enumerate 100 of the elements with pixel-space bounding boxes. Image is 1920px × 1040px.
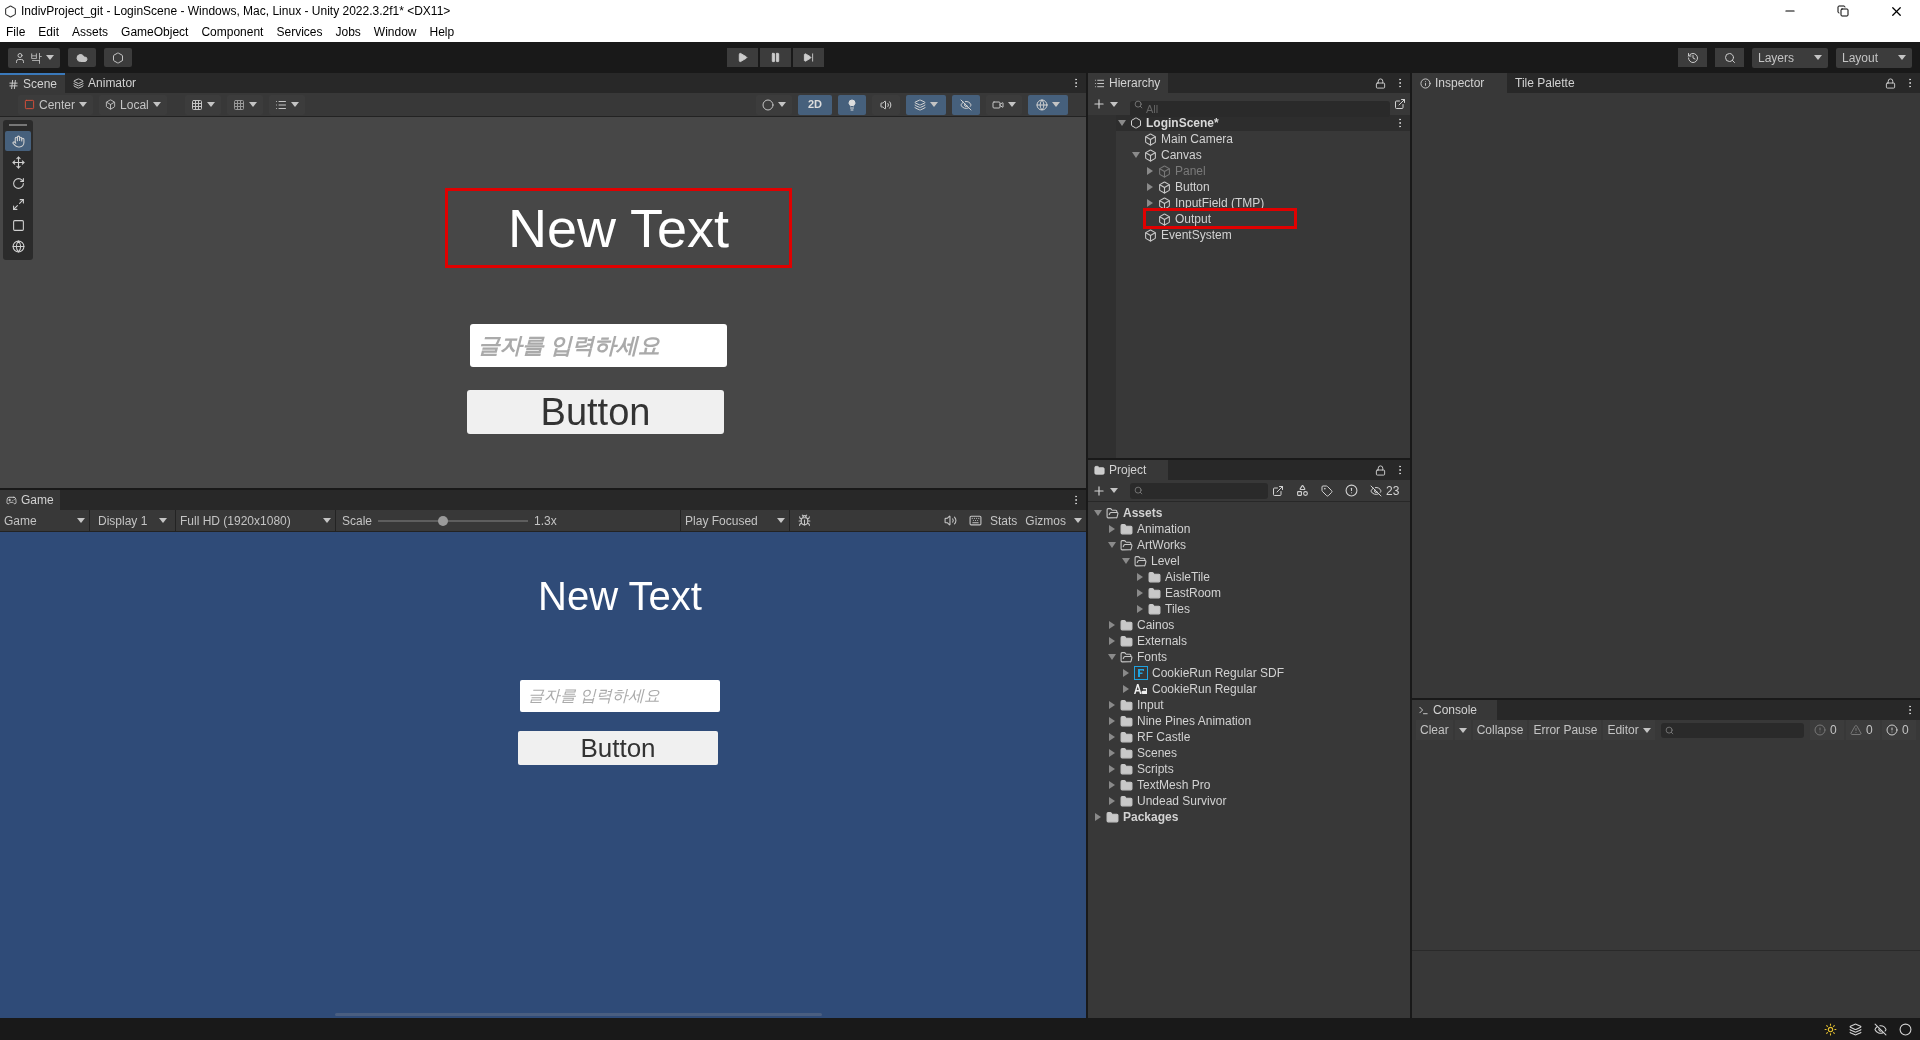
- hierarchy-item[interactable]: Button: [1175, 178, 1210, 196]
- project-item[interactable]: TextMesh Pro: [1137, 776, 1211, 794]
- space-dropdown[interactable]: Local: [99, 94, 167, 115]
- scene-name[interactable]: LoginScene*: [1146, 114, 1219, 132]
- bug-icon[interactable]: [798, 514, 812, 527]
- project-item[interactable]: Animation: [1137, 520, 1191, 538]
- add-icon[interactable]: [1092, 97, 1106, 111]
- expand-arrow-icon[interactable]: [1108, 525, 1116, 533]
- audio-button[interactable]: [872, 94, 900, 115]
- expand-arrow-icon[interactable]: [1136, 605, 1144, 613]
- project-search-field[interactable]: [1130, 482, 1268, 499]
- collapse-button[interactable]: Collapse: [1472, 720, 1528, 740]
- expand-arrow-icon[interactable]: [1146, 183, 1154, 191]
- warning-count-button[interactable]: 0: [1846, 720, 1880, 740]
- expand-arrow-icon[interactable]: [1108, 717, 1116, 725]
- project-item[interactable]: CookieRun Regular: [1152, 680, 1257, 698]
- menu-item[interactable]: File: [6, 23, 26, 41]
- project-item[interactable]: Tiles: [1165, 600, 1190, 618]
- expand-arrow-icon[interactable]: [1136, 589, 1144, 597]
- expand-arrow-icon[interactable]: [1108, 637, 1116, 645]
- collapse-arrow-icon[interactable]: [1108, 653, 1116, 661]
- tag-icon[interactable]: [1321, 484, 1333, 497]
- info-count-button[interactable]: 0: [1810, 720, 1844, 740]
- sun-icon[interactable]: [1824, 1022, 1837, 1036]
- draw-mode-button[interactable]: [755, 94, 792, 115]
- scene-button[interactable]: Button: [467, 390, 724, 434]
- resolution-dropdown[interactable]: Full HD (1920x1080): [176, 510, 336, 531]
- game-input-field[interactable]: 글자를 입력하세요: [520, 680, 720, 712]
- project-item[interactable]: CookieRun Regular SDF: [1152, 664, 1285, 682]
- project-item[interactable]: Level: [1151, 552, 1180, 570]
- editor-dropdown[interactable]: Editor: [1603, 720, 1655, 740]
- project-item[interactable]: Scripts: [1137, 760, 1174, 778]
- expand-arrow-icon[interactable]: [1108, 749, 1116, 757]
- project-item[interactable]: Cainos: [1137, 616, 1175, 634]
- hidden-eye-icon[interactable]: [1874, 1022, 1887, 1036]
- scale-slider-track[interactable]: [378, 519, 529, 522]
- collapse-arrow-icon[interactable]: [1118, 119, 1126, 127]
- expand-arrow-icon[interactable]: [1108, 733, 1116, 741]
- lighting-button[interactable]: [838, 94, 866, 115]
- step-button[interactable]: [792, 48, 824, 67]
- cloud-button[interactable]: [68, 48, 96, 67]
- inspector-tab[interactable]: Tile Palette: [1507, 73, 1602, 93]
- layout-dropdown[interactable]: Layout: [1836, 47, 1912, 68]
- menu-item[interactable]: GameObject: [121, 23, 189, 41]
- hidden-eye-icon[interactable]: [1370, 484, 1382, 497]
- project-item[interactable]: Assets: [1123, 504, 1163, 522]
- menu-item[interactable]: Edit: [38, 23, 60, 41]
- expand-arrow-icon[interactable]: [1108, 797, 1116, 805]
- collab-button[interactable]: [104, 48, 132, 67]
- project-item[interactable]: Nine Pines Animation: [1137, 712, 1252, 730]
- restore-icon[interactable]: [1837, 5, 1849, 17]
- lock-icon[interactable]: [1375, 465, 1386, 476]
- hierarchy-item[interactable]: Main Camera: [1161, 130, 1234, 148]
- snap-increment-button[interactable]: [226, 94, 263, 115]
- hierarchy-tab[interactable]: Hierarchy: [1088, 73, 1168, 93]
- collapse-arrow-icon[interactable]: [1122, 557, 1130, 565]
- scene-tab[interactable]: Animator: [65, 73, 145, 93]
- speaker-icon[interactable]: [943, 514, 957, 527]
- expand-arrow-icon[interactable]: [1108, 701, 1116, 709]
- expand-arrow-icon[interactable]: [1136, 573, 1144, 581]
- project-item[interactable]: Input: [1137, 696, 1164, 714]
- menu-item[interactable]: Component: [201, 23, 264, 41]
- expand-arrow-icon[interactable]: [1094, 813, 1102, 821]
- project-item[interactable]: EastRoom: [1165, 584, 1222, 602]
- lock-icon[interactable]: [1375, 78, 1386, 89]
- account-button[interactable]: 박: [8, 47, 60, 68]
- menu-item[interactable]: Help: [429, 23, 455, 41]
- exclamation-icon[interactable]: [1345, 484, 1358, 497]
- collapse-arrow-icon[interactable]: [1094, 509, 1102, 517]
- hierarchy-item[interactable]: Canvas: [1161, 146, 1202, 164]
- project-tab[interactable]: Project: [1088, 460, 1168, 480]
- keyboard-icon[interactable]: [968, 514, 982, 527]
- mode-2d-toggle[interactable]: 2D: [797, 94, 832, 115]
- circle-icon[interactable]: [1899, 1022, 1912, 1036]
- game-button[interactable]: Button: [518, 731, 718, 765]
- expand-arrow-icon[interactable]: [1122, 685, 1130, 693]
- project-item[interactable]: Packages: [1123, 808, 1179, 826]
- visibility-button[interactable]: [952, 94, 980, 115]
- ruler-button[interactable]: [268, 94, 305, 115]
- history-button[interactable]: [1678, 48, 1707, 67]
- gizmos-button[interactable]: [1028, 94, 1068, 115]
- project-item[interactable]: Externals: [1137, 632, 1188, 650]
- play-button[interactable]: [726, 48, 758, 67]
- error-pause-button[interactable]: Error Pause: [1529, 720, 1602, 740]
- effects-button[interactable]: [906, 94, 946, 115]
- menu-item[interactable]: Window: [373, 23, 417, 41]
- project-item[interactable]: ArtWorks: [1137, 536, 1187, 554]
- hierarchy-item[interactable]: EventSystem: [1161, 226, 1232, 244]
- gizmos-dropdown[interactable]: Gizmos: [1021, 510, 1086, 531]
- menu-item[interactable]: Assets: [72, 23, 109, 41]
- project-item[interactable]: Fonts: [1137, 648, 1167, 666]
- expand-arrow-icon[interactable]: [1108, 765, 1116, 773]
- menu-item[interactable]: Jobs: [335, 23, 361, 41]
- lock-icon[interactable]: [1885, 78, 1896, 89]
- error-count-button[interactable]: 0: [1882, 720, 1916, 740]
- clear-options-button[interactable]: [1454, 720, 1471, 740]
- console-search-field[interactable]: [1660, 722, 1804, 738]
- hierarchy-item[interactable]: InputField (TMP): [1175, 194, 1265, 212]
- expand-arrow-icon[interactable]: [1146, 199, 1154, 207]
- slider-thumb[interactable]: [437, 515, 448, 526]
